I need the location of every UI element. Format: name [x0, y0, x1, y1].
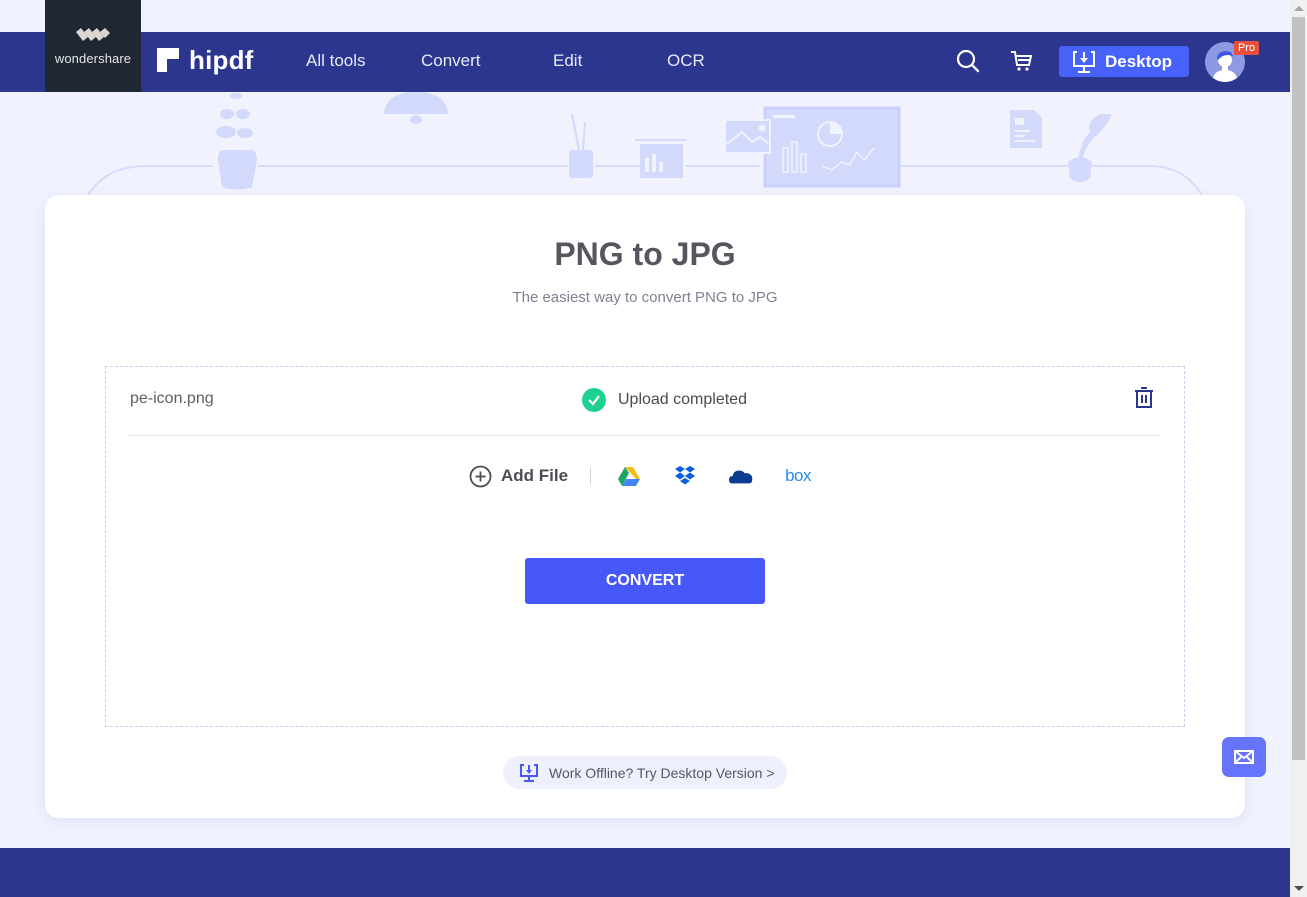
mail-icon — [1234, 750, 1254, 764]
desktop-version-text: Work Offline? Try Desktop Version > — [549, 764, 775, 781]
add-file-separator — [590, 468, 592, 484]
wondershare-logo[interactable]: wondershare — [45, 0, 141, 92]
add-file-label: Add File — [501, 466, 569, 485]
wondershare-mark-icon — [76, 28, 110, 41]
file-drop-zone[interactable] — [105, 366, 1185, 727]
nav-edit[interactable]: Edit — [553, 51, 582, 71]
spoon-cup-icon — [1068, 114, 1112, 182]
scrollbar-thumb[interactable] — [1292, 17, 1305, 760]
board-icon — [635, 139, 687, 178]
footer-bar — [0, 848, 1290, 897]
dropbox-button[interactable] — [673, 464, 697, 488]
lamp-icon — [384, 92, 448, 124]
google-drive-button[interactable] — [617, 464, 641, 488]
onedrive-button[interactable] — [729, 464, 753, 488]
desktop-button-label: Desktop — [1105, 51, 1173, 71]
upload-status-text: Upload completed — [618, 391, 747, 408]
plus-circle-icon — [469, 465, 492, 487]
hipdf-brand-text: hipdf — [189, 44, 254, 75]
dropbox-icon — [675, 466, 696, 485]
page-title: PNG to JPG — [554, 236, 736, 272]
header-illustration — [87, 92, 1203, 196]
hipdf-logo-icon — [157, 48, 179, 72]
desktop-version-link[interactable]: Work Offline? Try Desktop Version > — [503, 756, 787, 789]
nav-all-tools[interactable]: All tools — [306, 51, 366, 71]
nav-convert[interactable]: Convert — [421, 51, 481, 71]
pro-badge: Pro — [1234, 41, 1259, 55]
desktop-download-icon — [520, 763, 538, 782]
box-button[interactable]: box — [785, 466, 811, 486]
google-drive-icon — [618, 466, 641, 486]
vertical-scrollbar[interactable] — [1290, 0, 1307, 897]
pen-holder-icon — [569, 113, 593, 178]
page-subtitle: The easiest way to convert PNG to JPG — [512, 289, 778, 306]
delete-file-icon[interactable] — [1134, 386, 1154, 408]
convert-button[interactable]: CONVERT — [525, 558, 765, 604]
wondershare-text: wondershare — [54, 51, 132, 66]
cart-icon[interactable] — [1008, 48, 1034, 74]
search-icon[interactable] — [955, 48, 981, 74]
plant-icon — [216, 93, 257, 190]
feedback-mail-button[interactable] — [1222, 737, 1266, 777]
scroll-up-arrow-icon[interactable] — [1294, 6, 1304, 11]
dashboard-screen-icon — [724, 106, 901, 188]
uploaded-file-name: pe-icon.png — [130, 390, 214, 407]
desktop-download-icon — [1073, 50, 1095, 73]
onedrive-icon — [729, 470, 753, 484]
add-file-row: Add File box — [469, 464, 811, 488]
upload-status: Upload completed — [582, 388, 747, 412]
check-circle-icon — [582, 388, 606, 412]
file-divider — [129, 435, 1160, 436]
page: wondershare hipdf All tools Convert Edit… — [0, 0, 1290, 897]
add-file-button[interactable]: Add File — [469, 465, 568, 488]
nav-ocr[interactable]: OCR — [667, 51, 705, 71]
document-icon — [1010, 110, 1042, 148]
hipdf-logo[interactable]: hipdf — [157, 44, 254, 76]
scroll-down-arrow-icon[interactable] — [1294, 886, 1304, 891]
desktop-download-button[interactable]: Desktop — [1059, 46, 1189, 77]
